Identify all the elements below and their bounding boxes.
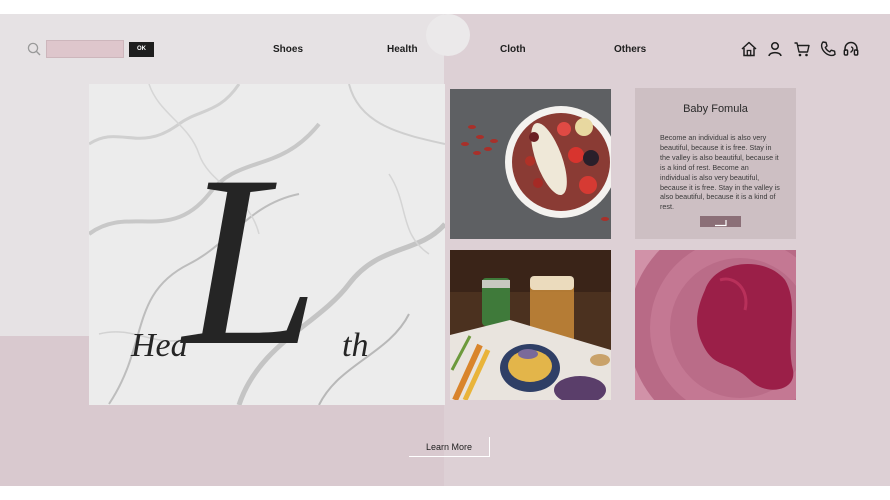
home-icon[interactable] (740, 40, 758, 58)
learn-more-button[interactable]: Learn More (409, 437, 490, 457)
food-spread-photo[interactable] (450, 250, 611, 400)
card-title: Baby Fomula (683, 103, 748, 115)
page-frame: OK Shoes Health Cloth Others Hea L th Ba… (0, 14, 890, 486)
smoothie-bowl-photo[interactable] (450, 89, 611, 239)
pink-plate-photo[interactable] (635, 250, 796, 400)
cart-icon[interactable] (793, 40, 811, 58)
card-arrow-button[interactable] (700, 216, 741, 227)
ok-button[interactable]: OK (129, 42, 154, 57)
search-input[interactable] (46, 40, 124, 58)
nav-item-shoes[interactable]: Shoes (273, 44, 303, 55)
nav-item-others[interactable]: Others (614, 44, 646, 55)
smoothie-bowl-image (450, 89, 611, 239)
food-spread-image (450, 250, 611, 400)
pink-plate-image (635, 250, 796, 400)
card-description: Become an individual is also very beauti… (660, 133, 780, 212)
hero-script-prefix: Hea (131, 327, 188, 364)
search-icon[interactable] (27, 42, 41, 56)
user-icon[interactable] (766, 40, 784, 58)
hero-script-letter: L (183, 125, 320, 396)
arrow-return-icon (715, 220, 727, 227)
nav-item-cloth[interactable]: Cloth (500, 44, 526, 55)
headset-icon[interactable] (842, 40, 860, 58)
hero-script-suffix: th (342, 327, 369, 364)
nav-item-health[interactable]: Health (387, 44, 418, 55)
hero-marble-panel: Hea L th (89, 84, 445, 405)
baby-formula-card: Baby Fomula Become an individual is also… (635, 88, 796, 239)
decorative-circle (426, 14, 470, 56)
phone-icon[interactable] (819, 40, 837, 58)
